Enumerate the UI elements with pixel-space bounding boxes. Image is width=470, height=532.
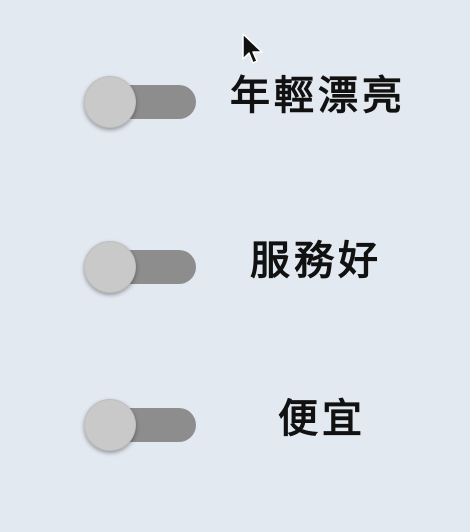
option-row-good-service: 服務好	[0, 225, 470, 295]
toggle-switch-cheap[interactable]	[82, 391, 198, 451]
toggle-thumb[interactable]	[84, 399, 136, 451]
toggle-thumb[interactable]	[84, 241, 136, 293]
option-label: 便宜	[278, 395, 366, 442]
toggle-thumb[interactable]	[84, 76, 136, 128]
option-row-young-pretty: 年輕漂亮	[0, 60, 470, 130]
toggle-switch-good-service[interactable]	[82, 233, 198, 293]
option-label: 年輕漂亮	[230, 72, 406, 119]
toggle-switch-young-pretty[interactable]	[82, 68, 198, 128]
option-row-cheap: 便宜	[0, 383, 470, 453]
option-label: 服務好	[250, 237, 382, 284]
